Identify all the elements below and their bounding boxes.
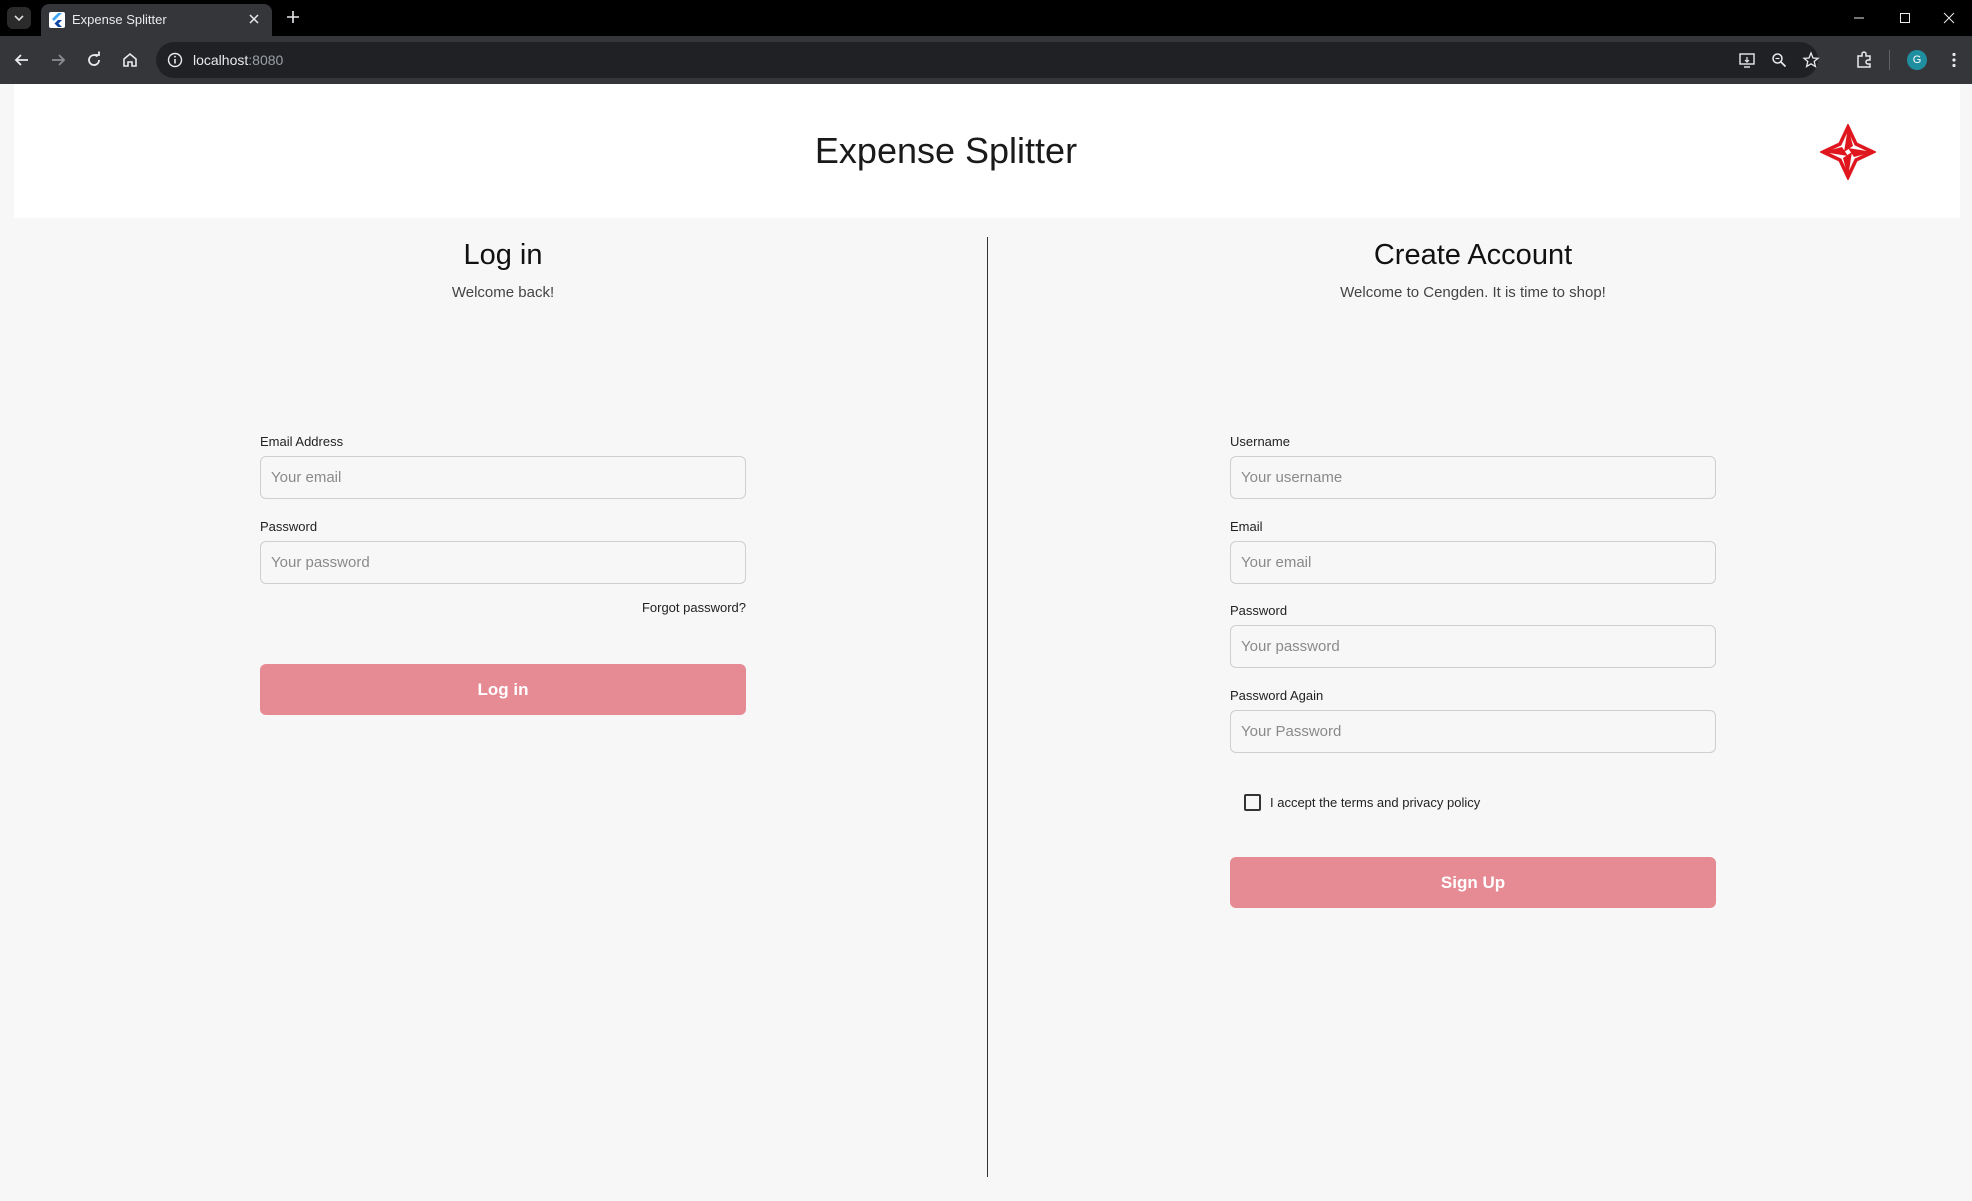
signup-username-label: Username (1230, 434, 1290, 449)
login-password-label: Password (260, 519, 318, 534)
browser-tab-bar: Expense Splitter (0, 0, 1972, 36)
url-text: localhost:8080 (193, 52, 283, 68)
signup-button[interactable]: Sign Up (1230, 857, 1716, 908)
signup-panel: Create Account Welcome to Cengden. It is… (1230, 234, 1716, 908)
login-button[interactable]: Log in (260, 664, 746, 715)
close-window-button[interactable] (1926, 0, 1972, 36)
app-title: Expense Splitter (814, 130, 1078, 171)
signup-password-label: Password (1230, 603, 1288, 618)
signup-password-again-field: Password Again (1230, 688, 1716, 753)
vertical-divider (987, 237, 988, 1177)
forward-button[interactable] (46, 48, 70, 72)
browser-toolbar: localhost:8080 G (0, 36, 1972, 84)
toolbar-separator (1889, 50, 1890, 70)
flutter-favicon-icon (49, 12, 65, 28)
site-info-icon[interactable] (166, 51, 184, 69)
restore-icon (1900, 13, 1910, 23)
cast-icon[interactable] (1738, 51, 1756, 69)
tab-title: Expense Splitter (72, 12, 167, 27)
login-title: Log in (463, 239, 543, 271)
arrow-right-icon (52, 54, 66, 66)
zoom-icon[interactable] (1770, 51, 1788, 69)
login-password-input[interactable] (260, 541, 746, 584)
signup-password-again-input[interactable] (1230, 710, 1716, 753)
terms-checkbox[interactable] (1244, 794, 1261, 811)
signup-password-input[interactable] (1230, 625, 1716, 668)
app-header: Expense Splitter (14, 84, 1960, 218)
logo-icon (1818, 122, 1878, 182)
login-subtitle: Welcome back! (451, 284, 555, 301)
new-tab-button[interactable] (281, 5, 305, 29)
back-button[interactable] (10, 48, 34, 72)
signup-password-field: Password (1230, 603, 1716, 668)
login-password-field: Password (260, 519, 746, 584)
tab-close-icon[interactable] (244, 9, 264, 29)
browser-tab[interactable]: Expense Splitter (41, 4, 272, 36)
address-bar[interactable]: localhost:8080 (156, 42, 1820, 78)
signup-password-again-label: Password Again (1230, 688, 1324, 703)
signup-email-label: Email (1230, 519, 1263, 534)
signup-title: Create Account (1373, 239, 1573, 271)
login-email-label: Email Address (260, 434, 344, 449)
extensions-button[interactable] (1852, 48, 1876, 72)
url-host: localhost (193, 52, 249, 68)
home-button[interactable] (118, 48, 142, 72)
more-vertical-icon (1952, 52, 1956, 68)
minimize-button[interactable] (1836, 0, 1882, 36)
profile-avatar[interactable]: G (1907, 50, 1927, 70)
browser-menu-button[interactable] (1942, 48, 1966, 72)
signup-username-input[interactable] (1230, 456, 1716, 499)
signup-email-input[interactable] (1230, 541, 1716, 584)
signup-subtitle: Welcome to Cengden. It is time to shop! (1340, 284, 1606, 301)
bookmark-star-icon[interactable] (1802, 51, 1820, 69)
app-page: Expense Splitter Log in Welcome back! Em… (0, 84, 1972, 1201)
reload-button[interactable] (82, 48, 106, 72)
minimize-icon (1854, 17, 1864, 19)
close-icon (1943, 12, 1955, 24)
plus-icon (287, 11, 299, 23)
login-email-field: Email Address (260, 434, 746, 499)
tab-search-button[interactable] (7, 7, 31, 29)
url-port: :8080 (248, 52, 284, 68)
chevron-down-icon (14, 15, 24, 22)
arrow-left-icon (14, 54, 28, 66)
signup-email-field: Email (1230, 519, 1716, 584)
terms-label: I accept the terms and privacy policy (1270, 795, 1481, 810)
maximize-button[interactable] (1882, 0, 1928, 36)
login-panel: Log in Welcome back! Email Address Passw… (260, 234, 746, 715)
puzzle-icon (1857, 51, 1871, 68)
login-email-input[interactable] (260, 456, 746, 499)
home-icon (123, 52, 137, 67)
forgot-password-link[interactable]: Forgot password? (642, 600, 746, 616)
reload-icon (88, 51, 100, 66)
signup-username-field: Username (1230, 434, 1716, 499)
